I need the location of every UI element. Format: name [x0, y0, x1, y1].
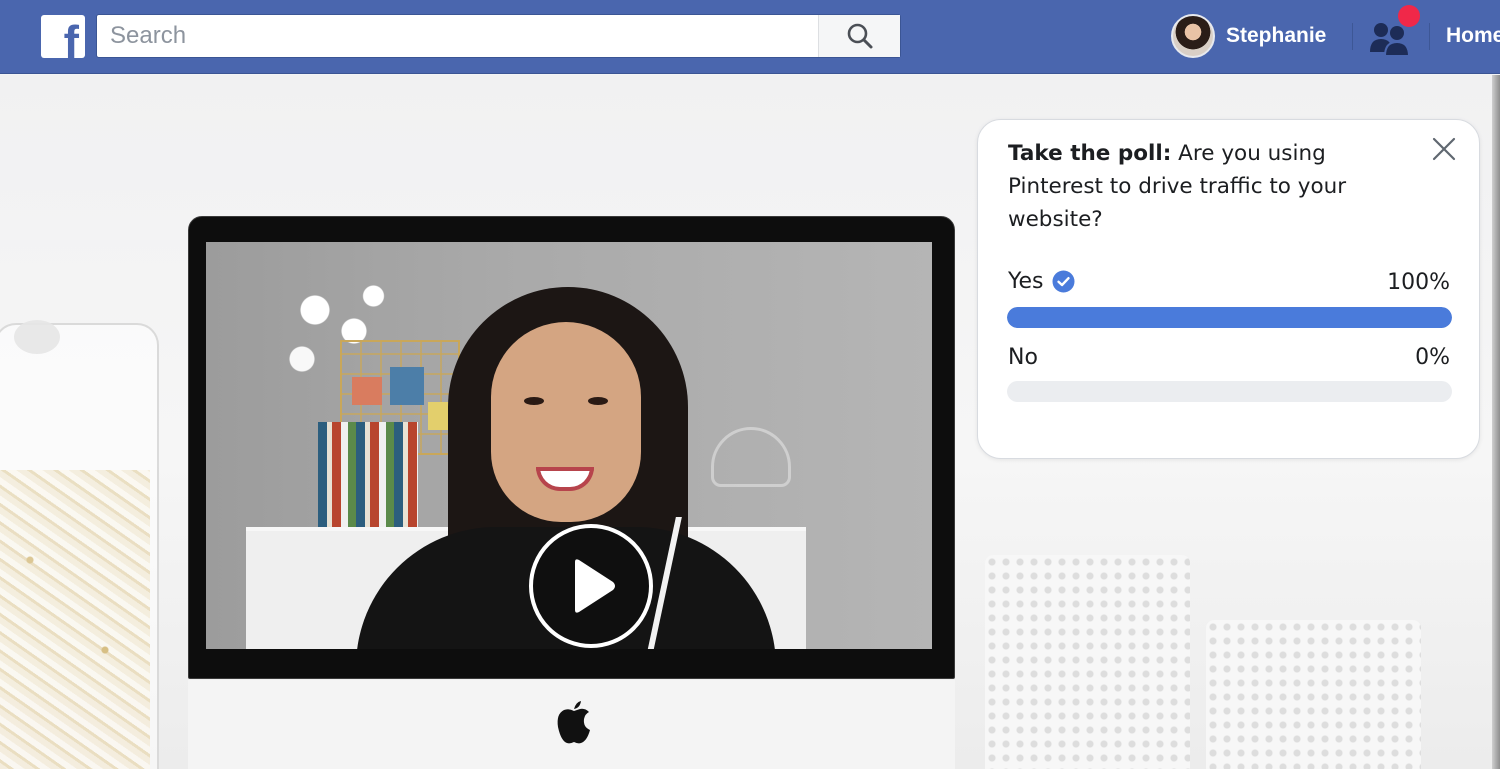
jar-filler-decoration: [0, 470, 150, 769]
apple-logo-icon: [557, 701, 590, 744]
search-button[interactable]: [818, 15, 900, 57]
jar-lid-decoration: [14, 320, 60, 354]
poll-result-fill: [1007, 307, 1452, 328]
play-button[interactable]: [529, 524, 653, 648]
nav-divider: [1429, 23, 1430, 50]
poll-option-percent: 0%: [1415, 345, 1450, 370]
poll-option-label: Yes: [1008, 269, 1044, 294]
poll-option-yes[interactable]: Yes: [1008, 269, 1075, 294]
nav-divider: [1352, 23, 1353, 50]
presenter-eye: [588, 397, 608, 405]
poll-option-percent: 100%: [1387, 270, 1450, 295]
lace-candle-holder: [985, 555, 1190, 769]
poll-option-label: No: [1008, 345, 1038, 370]
monitor-frame: [188, 216, 955, 679]
top-navigation-bar: f Stephanie Home: [0, 0, 1500, 74]
poll-result-bar: [1007, 307, 1452, 328]
play-icon: [575, 559, 615, 613]
books-decoration: [318, 422, 418, 527]
facebook-logo[interactable]: f: [41, 15, 85, 58]
search-icon: [847, 23, 872, 49]
lace-candle-holder: [1206, 620, 1421, 769]
close-icon[interactable]: [1431, 136, 1457, 162]
search-box: [96, 14, 901, 58]
search-input[interactable]: [97, 15, 817, 57]
poll-card: Take the poll: Are you using Pinterest t…: [977, 119, 1480, 459]
user-name: Stephanie: [1226, 24, 1327, 47]
scene-edge: [1492, 75, 1500, 769]
poll-question: Take the poll: Are you using Pinterest t…: [1008, 137, 1408, 236]
neon-sign-decoration: [711, 427, 791, 487]
poll-option-no[interactable]: No: [1008, 345, 1038, 370]
notification-badge: [1398, 5, 1420, 27]
poll-prefix: Take the poll:: [1008, 141, 1172, 166]
poll-result-bar: [1007, 381, 1452, 402]
video-player[interactable]: [206, 242, 932, 649]
selected-check-icon: [1052, 270, 1075, 293]
facebook-logo-letter: f: [63, 16, 79, 58]
presenter-face: [491, 322, 641, 522]
presenter-eye: [524, 397, 544, 405]
profile-link[interactable]: Stephanie: [1171, 14, 1326, 58]
avatar: [1171, 14, 1215, 58]
home-link[interactable]: Home: [1446, 24, 1500, 48]
